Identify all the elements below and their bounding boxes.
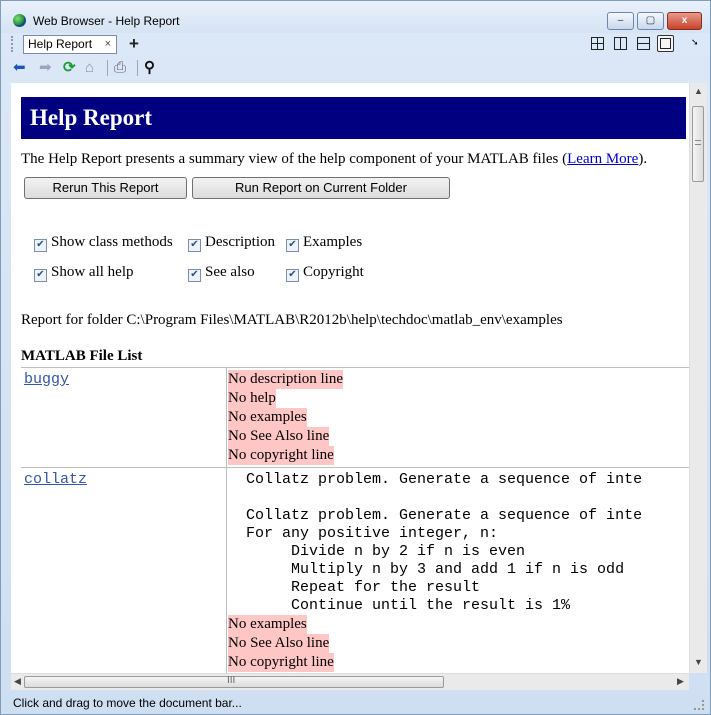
tile-columns-icon[interactable] [614,37,627,50]
refresh-icon[interactable]: ⟳ [63,59,76,77]
title-bar[interactable]: Web Browser - Help Report – ▢ x [1,1,710,33]
tab-close-icon[interactable]: × [105,36,111,53]
binoculars-find-icon[interactable]: ⚲ [144,59,155,77]
drag-grip-icon[interactable] [11,36,16,52]
close-button[interactable]: x [667,12,702,30]
option-label: Show class methods [51,234,173,250]
scroll-left-arrow-icon[interactable]: ◀ [14,676,21,687]
report-folder-path: Report for folder C:\Program Files\MATLA… [21,312,563,328]
option-show-class-methods[interactable]: ✔ Show class methods [34,234,173,252]
run-current-folder-button[interactable]: Run Report on Current Folder [192,177,450,199]
option-see-also[interactable]: ✔ See also [188,264,255,282]
warning-message: No description line [228,370,343,389]
minimize-button[interactable]: – [607,12,634,30]
scroll-down-arrow-icon[interactable]: ▼ [694,657,703,667]
print-icon[interactable]: ⎙ [114,59,126,77]
option-label: Copyright [303,264,364,280]
warning-message: No examples [228,408,307,427]
option-description[interactable]: ✔ Description [188,234,275,252]
intro-text-start: The Help Report presents a summary view … [21,151,568,167]
column-divider [226,368,227,467]
option-label: Examples [303,234,363,250]
intro-text-end: ). [638,151,648,167]
scroll-right-arrow-icon[interactable]: ▶ [677,676,684,687]
toolbar: ⬅ ➡ ⟳ ⌂ ⎙ ⚲ [1,57,710,81]
description-line: Collatz problem. Generate a sequence of … [228,471,643,488]
scroll-up-arrow-icon[interactable]: ▲ [694,86,703,96]
file-help-summary: Collatz problem. Generate a sequence of … [228,471,642,672]
tile-rows-icon[interactable] [637,37,650,50]
tile-grid-icon[interactable] [591,37,604,50]
toolbar-divider [107,60,108,76]
help-line: For any positive integer, n: [228,525,499,542]
toolbar-divider [137,60,138,76]
rerun-report-button[interactable]: Rerun This Report [24,177,187,199]
checkbox-checked-icon[interactable]: ✔ [188,269,201,282]
globe-icon [13,14,26,27]
back-arrow-icon[interactable]: ⬅ [13,59,26,77]
warning-message: No examples [228,615,307,634]
column-divider [226,468,227,673]
vertical-scrollbar[interactable]: ▲ ▼ [689,83,707,673]
horizontal-scrollbar[interactable]: ◀ III ▶ [11,673,689,690]
file-list-title: MATLAB File List [21,348,143,364]
help-line: Repeat for the result [228,579,481,596]
checkbox-checked-icon[interactable]: ✔ [34,269,47,282]
warning-message: No See Also line [228,427,330,446]
help-line: Divide n by 2 if n is even [228,543,526,560]
single-view-icon[interactable] [657,35,674,52]
undock-icon[interactable]: ➘ [691,37,699,48]
resize-grip-icon[interactable] [694,700,704,710]
intro-text: The Help Report presents a summary view … [21,151,647,168]
help-line: Collatz problem. Generate a sequence of … [228,507,643,524]
forward-arrow-icon[interactable]: ➡ [39,59,52,77]
checkbox-checked-icon[interactable]: ✔ [286,269,299,282]
file-help-summary: No description line No help No examples … [228,370,343,465]
table-row: buggy No description line No help No exa… [21,367,689,467]
help-line: Continue until the result is 1% [228,597,571,614]
option-label: Description [205,234,275,250]
new-tab-button[interactable]: + [129,34,139,54]
option-label: See also [205,264,255,280]
checkbox-checked-icon[interactable]: ✔ [188,239,201,252]
warning-message: No See Also line [228,634,330,653]
report-header: Help Report [21,97,686,139]
grip-lines-icon: III [227,675,236,686]
warning-message: No copyright line [228,653,334,672]
tab-label: Help Report [28,37,93,51]
tab-bar: Help Report × + ➘ [1,34,710,56]
file-link-buggy[interactable]: buggy [24,371,69,388]
browser-window: Web Browser - Help Report – ▢ x Help Rep… [0,0,711,715]
status-text: Click and drag to move the document bar.… [13,696,242,710]
warning-message: No copyright line [228,446,334,465]
report-page: Help Report The Help Report presents a s… [11,83,689,673]
learn-more-link[interactable]: Learn More [567,151,638,167]
horizontal-scroll-thumb[interactable]: III [24,675,444,688]
warning-message: No help [228,389,276,408]
vertical-scroll-thumb[interactable] [692,106,704,182]
help-line: Multiply n by 3 and add 1 if n is odd [228,561,625,578]
home-icon[interactable]: ⌂ [85,59,94,77]
tab-help-report[interactable]: Help Report × [23,35,117,54]
option-show-all-help[interactable]: ✔ Show all help [34,264,134,282]
option-label: Show all help [51,264,134,280]
checkbox-checked-icon[interactable]: ✔ [34,239,47,252]
option-examples[interactable]: ✔ Examples [286,234,363,252]
status-bar: Click and drag to move the document bar.… [1,691,710,714]
window-title: Web Browser - Help Report [33,14,180,28]
maximize-button[interactable]: ▢ [637,12,664,30]
table-row: collatz Collatz problem. Generate a sequ… [21,467,689,673]
option-copyright[interactable]: ✔ Copyright [286,264,364,282]
file-list-table: buggy No description line No help No exa… [21,367,689,673]
file-link-collatz[interactable]: collatz [24,471,87,488]
grip-lines-icon [695,140,701,145]
checkbox-checked-icon[interactable]: ✔ [286,239,299,252]
